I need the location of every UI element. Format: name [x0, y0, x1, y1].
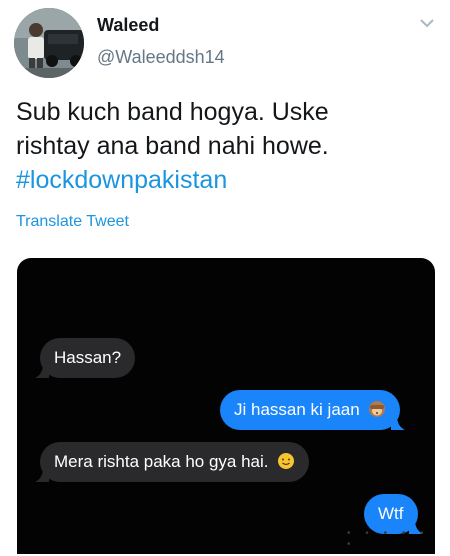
avatar[interactable] — [14, 8, 84, 78]
message-text: Wtf — [378, 504, 404, 523]
message-bubble-sent: Ji hassan ki jaan — [220, 390, 406, 430]
user-handle[interactable]: @Waleeddsh14 — [97, 47, 225, 68]
message-text: Hassan? — [54, 348, 122, 367]
bubble-tail — [35, 468, 49, 482]
message-text: Ji hassan ki jaan — [234, 400, 360, 419]
bubble-tail — [391, 416, 406, 430]
attached-image[interactable]: Hassan? Ji hassan ki jaan Mera rishta pa… — [17, 258, 435, 554]
chevron-down-icon[interactable] — [419, 17, 435, 29]
tweet-text-line: Sub kuch band hogya. Uske — [16, 98, 329, 126]
tweet-text-line: rishtay ana band nahi howe. — [16, 132, 329, 160]
display-name[interactable]: Waleed — [97, 15, 159, 36]
tweet-card: Waleed @Waleeddsh14 Sub kuch band hogya.… — [0, 0, 450, 556]
hashtag-link[interactable]: #lockdownpakistan — [16, 163, 436, 197]
message-bubble-received: Hassan? — [35, 338, 136, 378]
message-bubble-received: Mera rishta paka ho gya hai. — [35, 442, 310, 482]
see-no-evil-monkey-icon — [369, 401, 386, 418]
tweet-text: Sub kuch band hogya. Uske rishtay ana ba… — [16, 95, 436, 197]
message-text: Mera rishta paka ho gya hai. — [54, 452, 269, 471]
bubble-tail — [35, 364, 49, 378]
page-indicator-dots: • • • • • • — [347, 528, 430, 550]
translate-tweet-link[interactable]: Translate Tweet — [16, 213, 129, 231]
smiling-face-icon — [278, 453, 295, 470]
